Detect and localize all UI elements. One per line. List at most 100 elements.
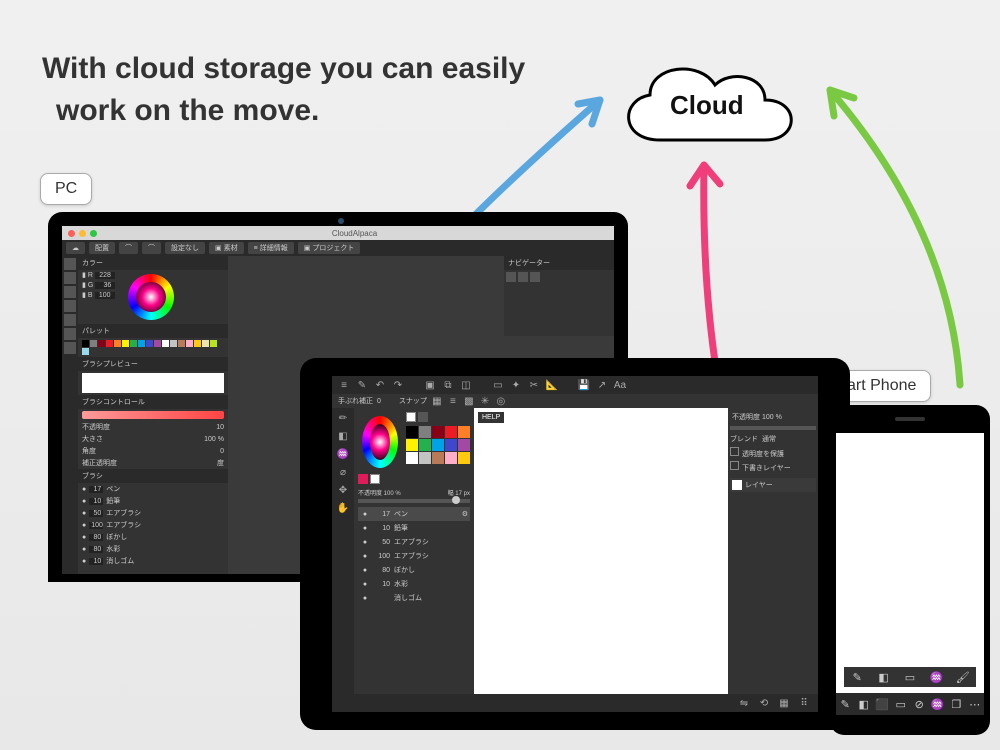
- swatch[interactable]: [170, 340, 177, 347]
- draft-layer-checkbox[interactable]: 下書きレイヤー: [730, 460, 816, 474]
- swatch[interactable]: [146, 340, 153, 347]
- swatch[interactable]: [114, 340, 121, 347]
- swatch[interactable]: [406, 452, 418, 464]
- curve1-button[interactable]: ⌒: [119, 242, 138, 254]
- swatch[interactable]: [138, 340, 145, 347]
- redo-icon[interactable]: ↷: [392, 379, 404, 391]
- text-icon[interactable]: Aa: [614, 379, 626, 391]
- move-tool-icon[interactable]: ✥: [337, 484, 349, 496]
- swatch[interactable]: [419, 426, 431, 438]
- rotate-icon[interactable]: ⟲: [758, 697, 770, 709]
- color-wheel[interactable]: [128, 274, 174, 320]
- rgb-r[interactable]: ▮ R 228: [78, 270, 124, 280]
- brush-tool-icon[interactable]: ✏: [337, 412, 349, 424]
- swatch[interactable]: [458, 439, 470, 451]
- pen-icon[interactable]: ✎: [356, 379, 368, 391]
- snap-line-icon[interactable]: ≡: [447, 395, 459, 407]
- brush-item[interactable]: ●10消しゴム: [78, 555, 228, 567]
- brush-item[interactable]: ●50エアブラシ: [78, 507, 228, 519]
- brush-item[interactable]: ●10水彩: [358, 577, 470, 591]
- brush-item[interactable]: ●100エアブラシ: [78, 519, 228, 531]
- brush-item[interactable]: ●80水彩: [78, 543, 228, 555]
- brush-item[interactable]: ●10鉛筆: [78, 495, 228, 507]
- crop-icon[interactable]: ✂: [528, 379, 540, 391]
- layer-icon[interactable]: ▣: [424, 379, 436, 391]
- snap-radial-icon[interactable]: ✳: [479, 395, 491, 407]
- brush-item[interactable]: ●消しゴム: [358, 591, 470, 605]
- minimize-icon[interactable]: [79, 230, 86, 237]
- layer-button[interactable]: 配置: [89, 242, 115, 254]
- copy-icon[interactable]: ⧉: [442, 379, 454, 391]
- palette-icon[interactable]: ⬛: [876, 698, 888, 710]
- swatch[interactable]: [186, 340, 193, 347]
- ruler-icon[interactable]: 📐: [546, 379, 558, 391]
- swatch[interactable]: [210, 340, 217, 347]
- pen-icon[interactable]: ✎: [851, 671, 863, 683]
- bg-swatch[interactable]: [370, 474, 380, 484]
- snap-grid-icon[interactable]: ▦: [431, 395, 443, 407]
- zoom-in-icon[interactable]: [506, 272, 516, 282]
- layer-opacity[interactable]: 不透明度 100 %: [730, 410, 816, 424]
- fill-tool-icon[interactable]: [64, 300, 76, 312]
- transform-icon[interactable]: ◫: [460, 379, 472, 391]
- swatch[interactable]: [106, 340, 113, 347]
- select-tool-icon[interactable]: [64, 314, 76, 326]
- brush-tool-icon[interactable]: [64, 258, 76, 270]
- swatch[interactable]: [122, 340, 129, 347]
- brush-icon[interactable]: 🖌: [957, 671, 969, 683]
- swatch[interactable]: [82, 348, 89, 355]
- swatch[interactable]: [162, 340, 169, 347]
- brush-item[interactable]: ●80ぼかし: [358, 563, 470, 577]
- export-icon[interactable]: ↗: [596, 379, 608, 391]
- protect-alpha-checkbox[interactable]: 透明度を保護: [730, 446, 816, 460]
- project-button[interactable]: ▣プロジェクト: [298, 242, 361, 254]
- swatch[interactable]: [432, 426, 444, 438]
- fg-swatch[interactable]: [358, 474, 368, 484]
- save-icon[interactable]: 💾: [578, 379, 590, 391]
- zoom-icon[interactable]: [90, 230, 97, 237]
- swatch[interactable]: [419, 439, 431, 451]
- bucket-icon[interactable]: ♒: [930, 671, 942, 683]
- fit-icon[interactable]: [530, 272, 540, 282]
- deselect-icon[interactable]: ⊘: [913, 698, 925, 710]
- correction-value[interactable]: 0: [377, 398, 381, 405]
- more-icon[interactable]: ⋯: [969, 698, 981, 710]
- swatch[interactable]: [82, 340, 89, 347]
- swatch[interactable]: [432, 439, 444, 451]
- swatch[interactable]: [178, 340, 185, 347]
- hand-tool-icon[interactable]: ✋: [337, 502, 349, 514]
- curve2-button[interactable]: ⌒: [142, 242, 161, 254]
- fg-color[interactable]: [406, 412, 416, 422]
- swatch[interactable]: [130, 340, 137, 347]
- snap-perspective-icon[interactable]: ▩: [463, 395, 475, 407]
- menu-icon[interactable]: ≡: [338, 379, 350, 391]
- brush-item[interactable]: ●10鉛筆: [358, 521, 470, 535]
- zoom-out-icon[interactable]: [518, 272, 528, 282]
- eraser-tool-icon[interactable]: ◧: [337, 430, 349, 442]
- bucket-tool-icon[interactable]: ♒: [337, 448, 349, 460]
- wand-icon[interactable]: ✦: [510, 379, 522, 391]
- grid-icon[interactable]: ▦: [778, 697, 790, 709]
- brush-item[interactable]: ●80ぼかし: [78, 531, 228, 543]
- swatch[interactable]: [98, 340, 105, 347]
- hand-tool-icon[interactable]: [64, 342, 76, 354]
- eyedropper-icon[interactable]: ⌀: [337, 466, 349, 478]
- layer-item[interactable]: レイヤー: [730, 478, 816, 492]
- cloud-button[interactable]: ☁: [66, 242, 85, 254]
- swatch[interactable]: [445, 452, 457, 464]
- snap-circle-icon[interactable]: ◎: [495, 395, 507, 407]
- brush-item[interactable]: ●17ペン: [78, 483, 228, 495]
- swatch[interactable]: [445, 426, 457, 438]
- brush-item[interactable]: ●50エアブラシ: [358, 535, 470, 549]
- close-icon[interactable]: [68, 230, 75, 237]
- swatch[interactable]: [419, 452, 431, 464]
- color-wheel[interactable]: [362, 416, 398, 468]
- tablet-palette[interactable]: [406, 426, 470, 464]
- swatch[interactable]: [432, 452, 444, 464]
- rgb-g[interactable]: ▮ G 36: [78, 280, 124, 290]
- select-tool-icon[interactable]: ▭: [895, 698, 907, 710]
- swatch[interactable]: [458, 452, 470, 464]
- add-color-icon[interactable]: [418, 412, 428, 422]
- layer-opacity-slider[interactable]: [730, 426, 816, 430]
- swatch[interactable]: [202, 340, 209, 347]
